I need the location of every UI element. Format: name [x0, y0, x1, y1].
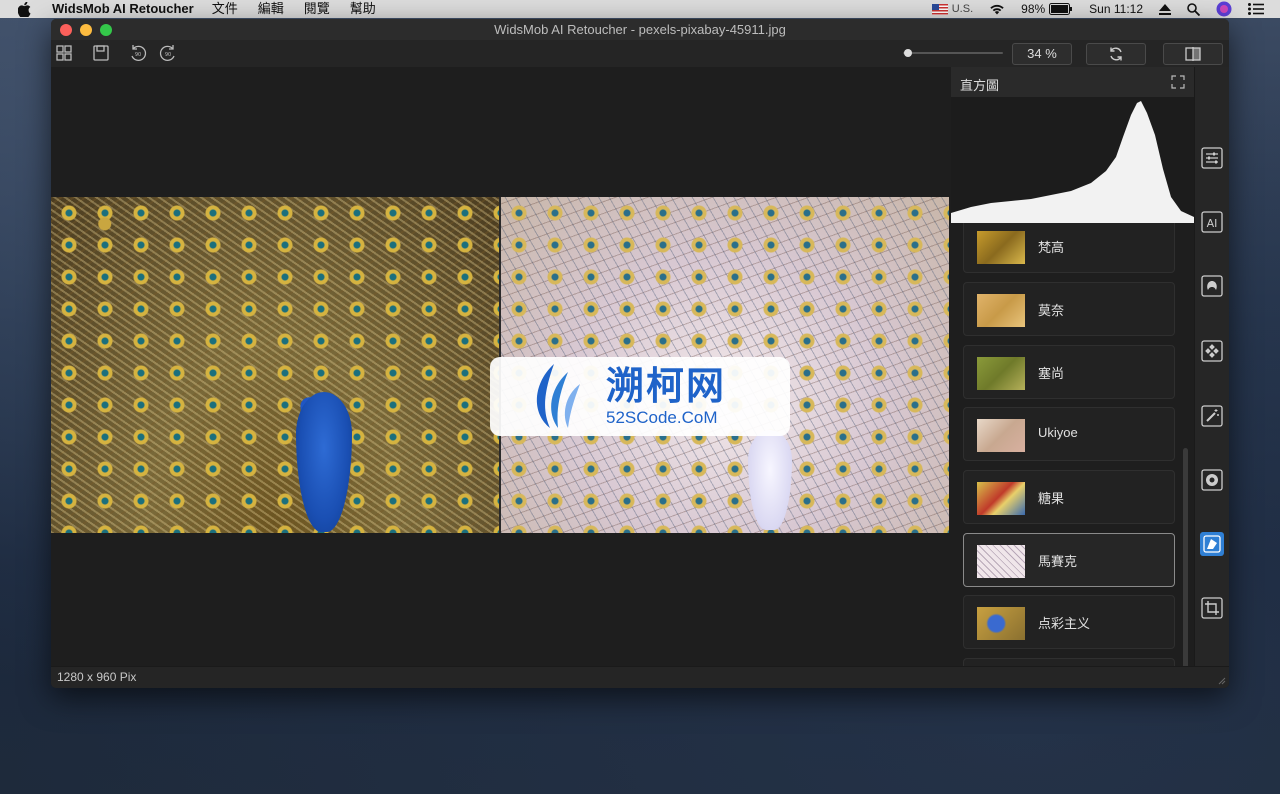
- right-panel: 直方圖 梵高 莫奈 塞尚 Ukiyoe 糖果 馬賽克 点彩主义 AI: [951, 67, 1229, 667]
- us-flag-icon: [931, 3, 948, 15]
- grid-view-icon[interactable]: [55, 44, 73, 62]
- filter-thumbnail: [977, 482, 1025, 515]
- save-icon[interactable]: [92, 44, 110, 62]
- app-window: WidsMob AI Retoucher - pexels-pixabay-45…: [51, 19, 1229, 688]
- filter-label: 馬賽克: [1038, 554, 1078, 569]
- svg-text:90: 90: [135, 52, 141, 58]
- menu-file[interactable]: 文件: [212, 0, 238, 18]
- notification-center-icon[interactable]: [1248, 3, 1264, 15]
- peacock-body: [296, 392, 352, 532]
- filter-list-scrollbar[interactable]: [1183, 448, 1188, 667]
- original-image: [51, 197, 499, 533]
- window-title: WidsMob AI Retoucher - pexels-pixabay-45…: [494, 22, 786, 37]
- filter-thumbnail: [977, 607, 1025, 640]
- svg-text:90: 90: [165, 52, 171, 58]
- apple-logo-icon[interactable]: [16, 1, 32, 17]
- filter-item-monet[interactable]: 莫奈: [963, 282, 1175, 336]
- eject-icon[interactable]: [1159, 3, 1171, 15]
- noise-icon[interactable]: [1200, 339, 1224, 363]
- battery-percent: 98%: [1021, 2, 1046, 16]
- battery-menu[interactable]: 98%: [1021, 2, 1073, 16]
- menu-bar: WidsMob AI Retoucher 文件 編輯 閱覽 幫助 U.S. 98…: [0, 0, 1280, 18]
- filter-item-candy[interactable]: 糖果: [963, 470, 1175, 524]
- menu-view[interactable]: 閱覽: [304, 0, 330, 18]
- battery-icon: [1049, 3, 1073, 15]
- watermark-overlay: 溯柯网 52SCode.CoM: [490, 357, 790, 436]
- menu-edit[interactable]: 編輯: [258, 0, 284, 18]
- split-view-icon: [1185, 47, 1201, 61]
- histogram-header: 直方圖: [951, 67, 1194, 97]
- compare-view-button[interactable]: [1163, 43, 1223, 65]
- image-canvas[interactable]: 溯柯网 52SCode.CoM: [51, 67, 951, 667]
- filter-item-ukiyoe[interactable]: Ukiyoe: [963, 407, 1175, 461]
- histogram: [951, 97, 1194, 223]
- menu-app-name[interactable]: WidsMob AI Retoucher: [52, 0, 194, 18]
- watermark-title: 溯柯网: [606, 365, 727, 408]
- filter-label: 梵高: [1038, 240, 1065, 255]
- filter-thumbnail: [977, 419, 1025, 452]
- status-bar: 1280 x 960 Pix: [51, 666, 1229, 688]
- histogram-curve: [951, 101, 1194, 223]
- filter-thumbnail: [977, 357, 1025, 390]
- filter-label: 莫奈: [1038, 303, 1065, 318]
- filter-thumbnail: [977, 545, 1025, 578]
- rotate-left-icon[interactable]: 90: [129, 44, 147, 62]
- zoom-level-field[interactable]: 34 %: [1012, 43, 1072, 65]
- filter-list[interactable]: 梵高 莫奈 塞尚 Ukiyoe 糖果 馬賽克 点彩主义: [951, 223, 1194, 667]
- filter-label: 塞尚: [1038, 366, 1065, 381]
- rotate-right-icon[interactable]: 90: [159, 44, 177, 62]
- menu-help[interactable]: 幫助: [350, 0, 376, 18]
- ai-icon[interactable]: AI: [1200, 210, 1224, 234]
- peacock-body-stylized: [748, 430, 792, 530]
- filter-label: 糖果: [1038, 491, 1065, 506]
- filter-thumbnail: [977, 294, 1025, 327]
- style-icon[interactable]: [1200, 532, 1224, 556]
- portrait-icon[interactable]: [1200, 274, 1224, 298]
- toolbar: 90 90 34 %: [51, 40, 1229, 68]
- menubar-clock[interactable]: Sun 11:12: [1089, 2, 1143, 16]
- wing-logo-icon: [536, 363, 580, 428]
- filter-item-mosaic[interactable]: 馬賽克: [963, 533, 1175, 587]
- resize-grip-icon[interactable]: [1216, 675, 1226, 685]
- filter-item-cezanne[interactable]: 塞尚: [963, 345, 1175, 399]
- reset-button[interactable]: [1086, 43, 1146, 65]
- siri-icon[interactable]: [1216, 1, 1232, 17]
- histogram-title: 直方圖: [960, 78, 1000, 93]
- adjust-icon[interactable]: [1200, 146, 1224, 170]
- filter-label: 点彩主义: [1038, 616, 1091, 631]
- expand-icon[interactable]: [1171, 75, 1185, 89]
- close-window-button[interactable]: [60, 23, 72, 36]
- zoom-slider-track[interactable]: [903, 52, 1003, 54]
- tool-sidebar: AI: [1194, 67, 1229, 667]
- minimize-window-button[interactable]: [80, 23, 92, 36]
- filter-thumbnail: [977, 231, 1025, 264]
- filter-label: Ukiyoe: [1038, 425, 1078, 440]
- spotlight-search-icon[interactable]: [1187, 2, 1200, 16]
- refresh-icon: [1110, 47, 1122, 61]
- lens-icon[interactable]: [1200, 468, 1224, 492]
- crop-icon[interactable]: [1200, 596, 1224, 620]
- image-dimensions: 1280 x 960 Pix: [57, 670, 137, 684]
- wifi-icon[interactable]: [989, 3, 1005, 15]
- filter-item-pointillism[interactable]: 点彩主义: [963, 595, 1175, 649]
- magic-wand-icon[interactable]: [1200, 404, 1224, 428]
- zoom-window-button[interactable]: [100, 23, 112, 36]
- input-source-menu[interactable]: U.S.: [931, 3, 974, 15]
- filter-item-van-gogh[interactable]: 梵高: [963, 223, 1175, 273]
- zoom-slider-handle[interactable]: [904, 49, 912, 57]
- input-source-label: U.S.: [951, 3, 974, 15]
- watermark-subtitle: 52SCode.CoM: [606, 407, 718, 427]
- svg-text:AI: AI: [1207, 217, 1218, 230]
- title-bar[interactable]: WidsMob AI Retoucher - pexels-pixabay-45…: [51, 19, 1229, 40]
